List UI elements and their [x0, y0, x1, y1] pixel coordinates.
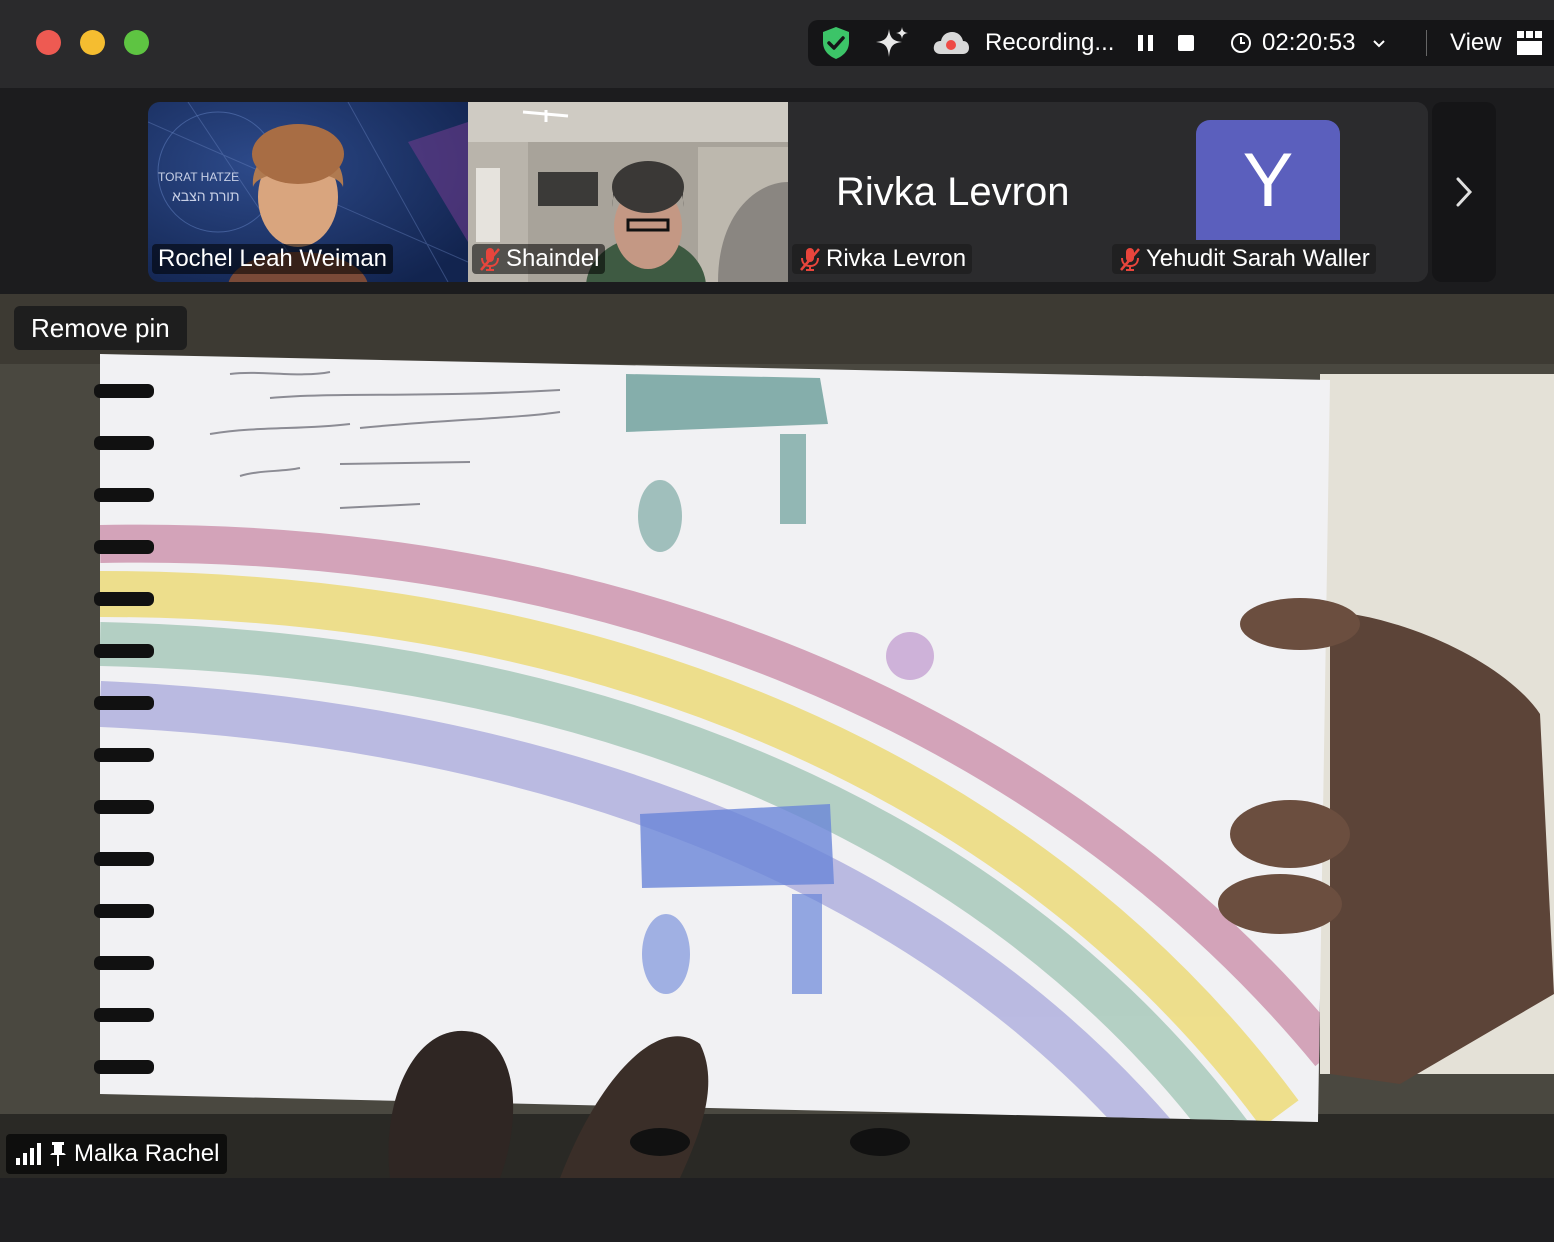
- window-close-button[interactable]: [36, 30, 61, 55]
- video-tile-rochel[interactable]: TORAT HATZE תורת הצבא Rochel Leah Weiman: [148, 102, 468, 282]
- chevron-down-icon: [1373, 40, 1386, 48]
- video-tile-shaindel[interactable]: Shaindel: [468, 102, 788, 282]
- view-button[interactable]: View: [1450, 20, 1544, 66]
- security-shield-icon[interactable]: [820, 20, 852, 66]
- background-text: TORAT HATZE: [158, 170, 240, 184]
- pause-icon: [1138, 35, 1153, 51]
- window-zoom-button[interactable]: [124, 30, 149, 55]
- meeting-controls: Recording... 02:20:53 View: [808, 20, 1554, 66]
- participant-name: Shaindel: [506, 245, 600, 272]
- stop-recording-button[interactable]: [1176, 20, 1196, 66]
- video-feed: [0, 294, 1554, 1178]
- video-tile-yehudit[interactable]: Y Yehudit Sarah Waller: [1108, 102, 1428, 282]
- participant-name-label: Rochel Leah Weiman: [152, 244, 394, 274]
- gallery-next-button[interactable]: [1432, 102, 1496, 282]
- chevron-right-icon: [1456, 177, 1473, 207]
- participant-name: Malka Rachel: [74, 1140, 220, 1167]
- recording-status: Recording...: [985, 20, 1114, 66]
- participant-name: Yehudit Sarah Waller: [1146, 245, 1370, 272]
- bottom-bar: [0, 1178, 1554, 1242]
- timer-label: 02:20:53: [1262, 29, 1356, 56]
- participant-display-name: Rivka Levron: [836, 170, 1070, 214]
- divider: [1426, 20, 1428, 66]
- window-minimize-button[interactable]: [80, 30, 105, 55]
- muted-mic-icon: [800, 248, 820, 271]
- participant-name: Rivka Levron: [826, 245, 967, 272]
- pin-icon: [50, 1142, 66, 1166]
- stop-icon: [1178, 35, 1194, 51]
- pinned-participant-label: Malka Rachel: [6, 1134, 228, 1174]
- pause-recording-button[interactable]: [1136, 20, 1156, 66]
- participant-name: Rochel Leah Weiman: [158, 245, 388, 272]
- grid-view-icon: [1516, 31, 1542, 55]
- meeting-timer[interactable]: 02:20:53: [1230, 20, 1387, 66]
- title-bar: Recording... 02:20:53 View: [0, 0, 1554, 88]
- muted-mic-icon: [480, 248, 500, 271]
- participant-name-label: Yehudit Sarah Waller: [1112, 244, 1376, 274]
- avatar: Y: [1196, 120, 1340, 240]
- clock-icon: [1231, 33, 1251, 53]
- ai-companion-sparkle-icon[interactable]: [874, 20, 910, 66]
- pinned-video[interactable]: [0, 294, 1554, 1178]
- cloud-record-icon: [932, 20, 970, 66]
- remove-pin-button[interactable]: Remove pin: [14, 306, 187, 350]
- muted-mic-icon: [1120, 248, 1140, 271]
- recording-label: Recording...: [985, 29, 1115, 56]
- video-tile-rivka[interactable]: Rivka Levron Rivka Levron: [788, 102, 1108, 282]
- view-label: View: [1450, 29, 1502, 56]
- participant-name-label: Rivka Levron: [792, 244, 973, 274]
- signal-strength-icon: [16, 1143, 41, 1165]
- gallery-strip: TORAT HATZE תורת הצבא Rochel Leah Weiman…: [148, 102, 1428, 282]
- participant-name-label: Shaindel: [472, 244, 606, 274]
- background-text-hebrew: תורת הצבא: [172, 188, 240, 204]
